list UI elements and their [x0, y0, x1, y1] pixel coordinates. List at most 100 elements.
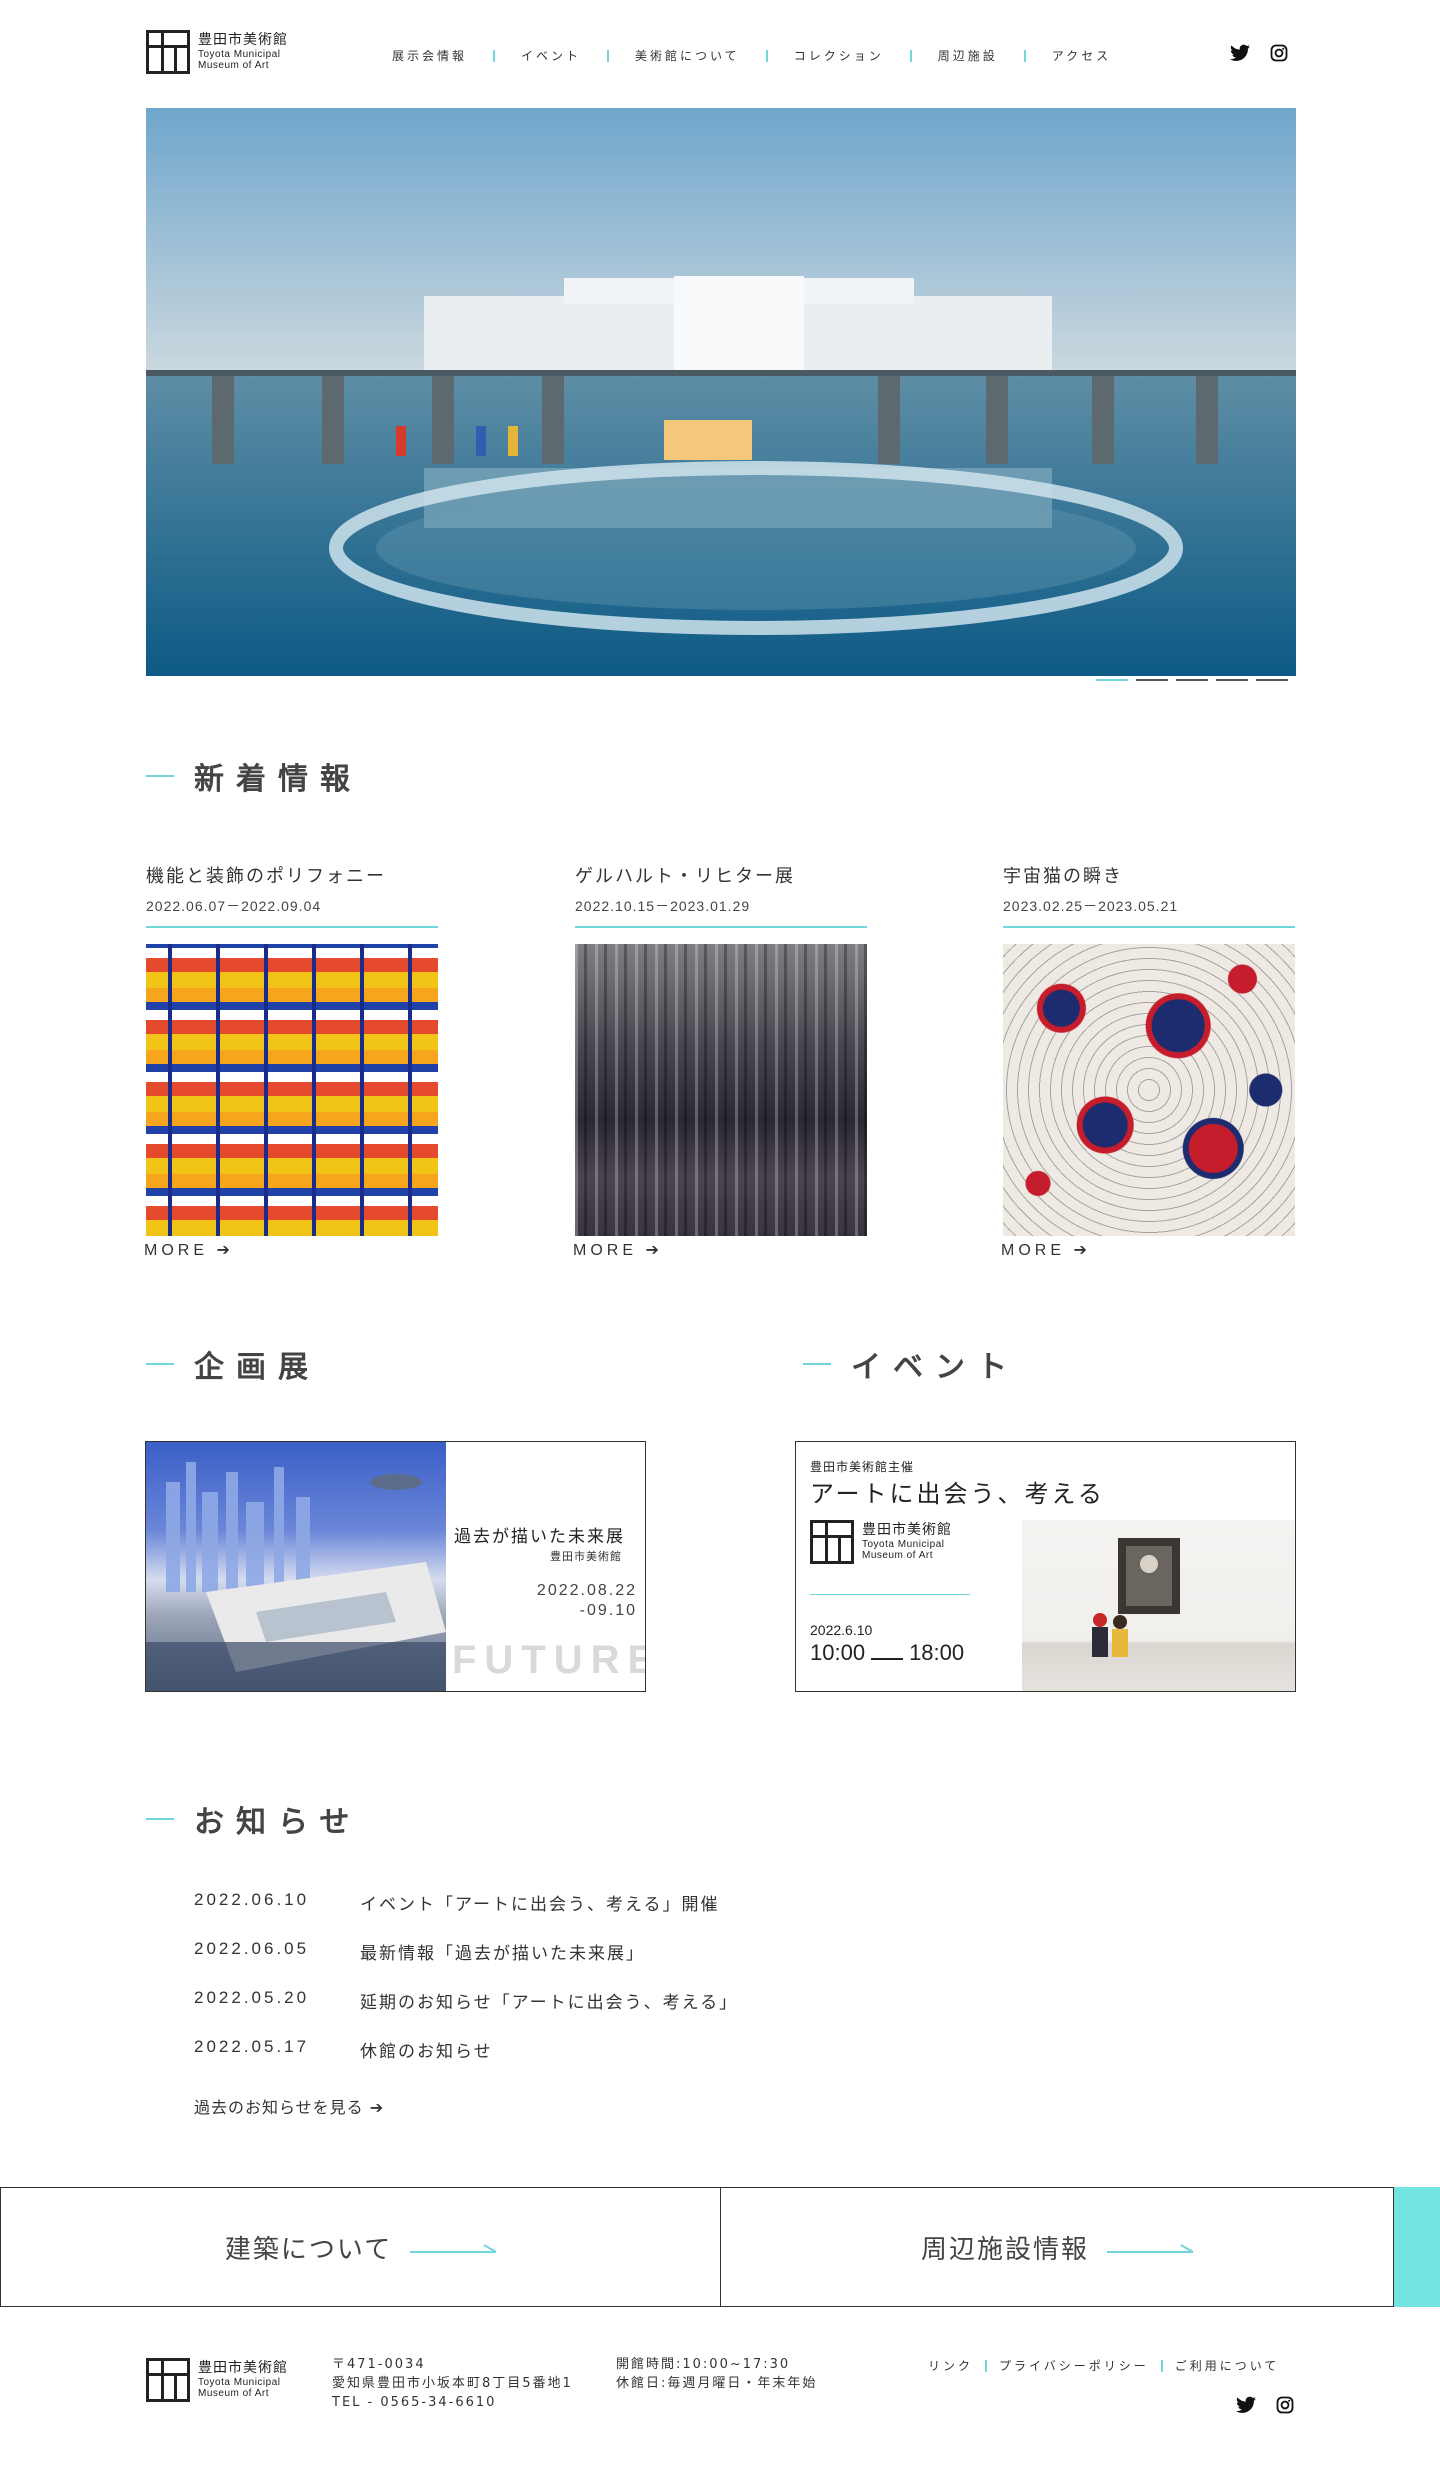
- nav-access[interactable]: アクセス: [1052, 47, 1111, 64]
- footer-hours: 開館時間:10:00~17:30 休館日:毎週月曜日・年末年始: [616, 2356, 817, 2394]
- nav-divider: [607, 49, 610, 62]
- news-card-rule: [146, 926, 438, 928]
- hero-pagination: [1096, 679, 1288, 681]
- more-link[interactable]: MORE ➔: [144, 1240, 234, 1260]
- museum-logo-icon: [146, 30, 190, 74]
- notices-title-text: お知らせ: [194, 1805, 362, 1840]
- title-dash: [146, 1363, 174, 1365]
- event-organizer: 豊田市美術館主催: [810, 1460, 915, 1474]
- footer-address: 〒471-0034 愛知県豊田市小坂本町8丁目5番地1 TEL - 0565-3…: [332, 2356, 573, 2413]
- notice-item[interactable]: 2022.06.05 最新情報「過去が描いた未来展」: [194, 1939, 738, 1964]
- global-nav: 展示会情報 イベント 美術館について コレクション 周辺施設 アクセス: [392, 47, 1111, 64]
- logo-name-jp: 豊田市美術館: [198, 2360, 288, 2377]
- nav-collection[interactable]: コレクション: [794, 47, 884, 64]
- nav-nearby[interactable]: 周辺施設: [938, 47, 998, 64]
- exhibition-banner-venue: 豊田市美術館: [550, 1550, 622, 1563]
- instagram-icon[interactable]: [1270, 44, 1288, 66]
- event-divider: [810, 1594, 970, 1595]
- news-card-image[interactable]: [575, 944, 867, 1236]
- exhibition-banner[interactable]: 過去が描いた未来展 豊田市美術館 2022.08.22 -09.10 FUTUR…: [145, 1441, 646, 1692]
- footer-open-hours: 開館時間:10:00~17:30: [616, 2357, 791, 2372]
- exhibition-title-text: 企画展: [194, 1350, 320, 1385]
- header-social: [1230, 44, 1288, 66]
- slide-indicator[interactable]: [1096, 679, 1128, 681]
- footer-divider: [1160, 2359, 1163, 2372]
- news-card[interactable]: 宇宙猫の瞬き 2023.02.25－2023.05.21: [1003, 862, 1295, 1236]
- accent-strip: [1394, 2187, 1440, 2307]
- nearby-facilities-link[interactable]: 周辺施設情報: [720, 2187, 1394, 2307]
- news-section-title: 新着情報: [146, 754, 362, 798]
- arrow-right-icon: [410, 2240, 497, 2254]
- news-card-date: 2023.02.25－2023.05.21: [1003, 898, 1179, 914]
- notice-text[interactable]: 延期のお知らせ「アートに出会う、考える」: [360, 1988, 738, 2013]
- slide-indicator[interactable]: [1176, 679, 1208, 681]
- news-card[interactable]: ゲルハルト・リヒター展 2022.10.15－2023.01.29: [575, 862, 867, 1236]
- logo-name-en-2: Museum of Art: [862, 1550, 933, 1562]
- notice-list: 2022.06.10 イベント「アートに出会う、考える」開催 2022.06.0…: [194, 1890, 738, 2118]
- notice-item[interactable]: 2022.06.10 イベント「アートに出会う、考える」開催: [194, 1890, 738, 1915]
- footer-social: [1236, 2396, 1294, 2418]
- site-logo[interactable]: 豊田市美術館 Toyota Municipal Museum of Art: [146, 30, 288, 74]
- twitter-icon[interactable]: [1236, 2396, 1256, 2418]
- news-card-image[interactable]: [1003, 944, 1295, 1236]
- footer-logo[interactable]: 豊田市美術館 Toyota Municipal Museum of Art: [146, 2358, 288, 2402]
- notice-item[interactable]: 2022.05.17 休館のお知らせ: [194, 2037, 738, 2062]
- hero-slideshow[interactable]: [146, 108, 1296, 676]
- footer-link-links[interactable]: リンク: [928, 2357, 973, 2374]
- footer-link-privacy[interactable]: プライバシーポリシー: [999, 2357, 1149, 2374]
- hero-museum-photo: [146, 108, 1296, 676]
- news-card-title[interactable]: 機能と装飾のポリフォニー: [146, 862, 438, 888]
- slide-indicator[interactable]: [1136, 679, 1168, 681]
- more-label: MORE: [573, 1242, 637, 1259]
- event-banner[interactable]: 豊田市美術館主催 アートに出会う、考える 豊田市美術館 Toyota Munic…: [795, 1441, 1296, 1692]
- notice-text[interactable]: 休館のお知らせ: [360, 2037, 493, 2062]
- nav-divider: [765, 49, 768, 62]
- arrow-right-icon: [1107, 2240, 1193, 2254]
- news-card-image[interactable]: [146, 944, 438, 1236]
- footer-link-terms[interactable]: ご利用について: [1175, 2357, 1280, 2374]
- arrow-right-icon: ➔: [208, 1242, 234, 1259]
- event-time-start: 10:00: [810, 1640, 866, 1665]
- slide-indicator[interactable]: [1216, 679, 1248, 681]
- twitter-icon[interactable]: [1230, 44, 1250, 66]
- more-link[interactable]: MORE ➔: [573, 1240, 663, 1260]
- event-title-text: イベント: [851, 1350, 1019, 1385]
- notice-date: 2022.06.05: [194, 1939, 310, 1958]
- news-card-rule: [575, 926, 867, 928]
- nav-exhibitions[interactable]: 展示会情報: [392, 47, 467, 64]
- news-card-title[interactable]: ゲルハルト・リヒター展: [575, 862, 867, 888]
- slide-indicator[interactable]: [1256, 679, 1288, 681]
- nav-divider: [909, 49, 912, 62]
- event-time: 10:00 18:00: [810, 1640, 964, 1666]
- footer-links: リンク プライバシーポリシー ご利用について: [928, 2357, 1279, 2374]
- future-city-artwork: [146, 1442, 446, 1691]
- arrow-right-icon: ➔: [1065, 1242, 1091, 1259]
- exhibition-banner-title: 過去が描いた未来展: [454, 1527, 625, 1547]
- notice-text[interactable]: 最新情報「過去が描いた未来展」: [360, 1939, 645, 1964]
- news-card[interactable]: 機能と装飾のポリフォニー 2022.06.07－2022.09.04: [146, 862, 438, 1236]
- title-dash: [803, 1363, 831, 1365]
- nearby-facilities-label: 周辺施設情報: [920, 2234, 1089, 2265]
- news-card-title[interactable]: 宇宙猫の瞬き: [1003, 862, 1295, 888]
- notice-text[interactable]: イベント「アートに出会う、考える」開催: [360, 1890, 719, 1915]
- event-date: 2022.6.10: [810, 1622, 873, 1638]
- instagram-icon[interactable]: [1276, 2396, 1294, 2418]
- exhibition-banner-date: 2022.08.22: [536, 1582, 637, 1599]
- event-time-end: 18:00: [909, 1640, 965, 1665]
- footer-postal: 〒471-0034: [332, 2357, 426, 2372]
- notice-date: 2022.06.10: [194, 1890, 310, 1909]
- notice-date: 2022.05.20: [194, 1988, 310, 2007]
- nav-about[interactable]: 美術館について: [635, 47, 740, 64]
- nav-events[interactable]: イベント: [521, 47, 581, 64]
- footer-closed-days: 休館日:毎週月曜日・年末年始: [616, 2375, 818, 2391]
- gallery-photo: [1022, 1520, 1295, 1691]
- footer-tel[interactable]: TEL - 0565-34-6610: [332, 2394, 573, 2413]
- notice-item[interactable]: 2022.05.20 延期のお知らせ「アートに出会う、考える」: [194, 1988, 738, 2013]
- nav-divider: [493, 49, 496, 62]
- more-link[interactable]: MORE ➔: [1001, 1240, 1091, 1260]
- museum-logo-icon: [146, 2358, 190, 2402]
- notice-date: 2022.05.17: [194, 2037, 310, 2056]
- logo-name-jp: 豊田市美術館: [862, 1522, 952, 1539]
- architecture-link[interactable]: 建築について: [0, 2187, 721, 2307]
- past-notices-link[interactable]: 過去のお知らせを見る ➔: [194, 2094, 738, 2118]
